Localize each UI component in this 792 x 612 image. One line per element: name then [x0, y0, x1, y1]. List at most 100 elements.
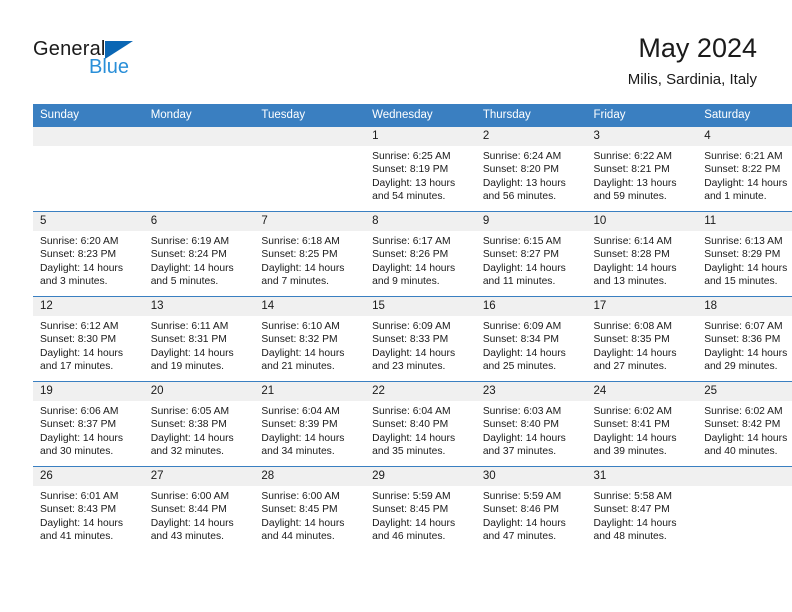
calendar-day-cell[interactable]: 7 Sunrise: 6:18 AM Sunset: 8:25 PM Daylight… — [254, 211, 366, 297]
daylight-line-1: Daylight: 14 hours — [593, 517, 677, 529]
sunset-time: Sunset: 8:33 PM — [372, 334, 449, 346]
calendar-day-cell[interactable]: 31 Sunrise: 5:58 AM Sunset: 8:47 PM Dayligh… — [586, 466, 698, 551]
day-number — [697, 467, 792, 486]
sunrise-time: Sunrise: 6:09 AM — [372, 321, 451, 332]
calendar-week-row: 12 Sunrise: 6:12 AM Sunset: 8:30 PM Dayligh… — [33, 296, 792, 382]
calendar-day-cell[interactable]: 29 Sunrise: 5:59 AM Sunset: 8:45 PM Dayligh… — [365, 466, 476, 551]
calendar-day-cell[interactable]: 1 Sunrise: 6:25 AM Sunset: 8:19 PM Daylight… — [365, 126, 476, 212]
calendar-day-cell[interactable]: 11 Sunrise: 6:13 AM Sunset: 8:29 PM Dayligh… — [697, 211, 792, 297]
calendar-day-cell[interactable]: 13 Sunrise: 6:11 AM Sunset: 8:31 PM Dayligh… — [143, 296, 255, 382]
sunset-time: Sunset: 8:43 PM — [40, 504, 117, 516]
calendar-day-cell[interactable]: 3 Sunrise: 6:22 AM Sunset: 8:21 PM Daylight… — [586, 126, 698, 212]
general-blue-logo: General Blue — [33, 38, 233, 88]
sunrise-time: Sunrise: 6:09 AM — [482, 321, 562, 332]
daylight-line-1: Daylight: 14 hours — [372, 262, 456, 274]
calendar-day-cell[interactable]: 28 Sunrise: 6:00 AM Sunset: 8:45 PM Dayligh… — [254, 466, 366, 551]
calendar-day-cell[interactable]: 25 Sunrise: 6:02 AM Sunset: 8:42 PM Dayligh… — [697, 381, 792, 467]
daylight-line-1: Daylight: 14 hours — [482, 262, 566, 274]
calendar-day-cell[interactable]: 26 Sunrise: 6:01 AM Sunset: 8:43 PM Dayligh… — [33, 466, 144, 551]
daylight-line-2: and 47 minutes. — [482, 530, 557, 542]
sunrise-time: Sunrise: 6:00 AM — [261, 491, 340, 502]
calendar-day-cell[interactable]: 6 Sunrise: 6:19 AM Sunset: 8:24 PM Daylight… — [143, 211, 255, 297]
daylight-line-1: Daylight: 14 hours — [704, 432, 788, 444]
calendar-day-cell[interactable]: 5 Sunrise: 6:20 AM Sunset: 8:23 PM Daylight… — [33, 211, 144, 297]
day-number: 9 — [475, 212, 587, 231]
daylight-line-1: Daylight: 14 hours — [482, 432, 566, 444]
day-details: Sunrise: 5:59 AM Sunset: 8:45 PM Daylight:… — [365, 486, 476, 543]
logo-text-blue: Blue — [89, 56, 130, 78]
calendar-day-cell[interactable]: 23 Sunrise: 6:03 AM Sunset: 8:40 PM Dayligh… — [475, 381, 587, 467]
daylight-line-1: Daylight: 14 hours — [372, 517, 456, 529]
day-details: Sunrise: 6:06 AM Sunset: 8:37 PM Daylight:… — [33, 401, 144, 458]
daylight-line-2: and 11 minutes. — [482, 275, 556, 287]
day-details: Sunrise: 6:07 AM Sunset: 8:36 PM Daylight:… — [697, 316, 792, 373]
calendar-day-cell[interactable]: 24 Sunrise: 6:02 AM Sunset: 8:41 PM Dayligh… — [586, 381, 698, 467]
daylight-line-2: and 5 minutes. — [150, 275, 219, 287]
day-details: Sunrise: 6:24 AM Sunset: 8:20 PM Daylight:… — [476, 146, 587, 203]
daylight-line-1: Daylight: 14 hours — [704, 347, 788, 359]
daylight-line-2: and 59 minutes. — [593, 190, 667, 202]
calendar-day-cell[interactable]: 20 Sunrise: 6:05 AM Sunset: 8:38 PM Dayligh… — [143, 381, 255, 467]
sunrise-time: Sunrise: 6:14 AM — [593, 236, 672, 247]
day-details: Sunrise: 6:04 AM Sunset: 8:39 PM Daylight:… — [254, 401, 365, 458]
sunset-time: Sunset: 8:35 PM — [593, 334, 670, 346]
calendar-day-cell[interactable]: 30 Sunrise: 5:59 AM Sunset: 8:46 PM Dayligh… — [475, 466, 587, 551]
sunset-time: Sunset: 8:24 PM — [150, 249, 227, 261]
calendar-day-cell[interactable]: 4 Sunrise: 6:21 AM Sunset: 8:22 PM Daylight… — [697, 126, 792, 212]
sunset-time: Sunset: 8:27 PM — [482, 249, 559, 261]
sunset-time: Sunset: 8:37 PM — [40, 419, 117, 431]
sunrise-time: Sunrise: 6:02 AM — [593, 406, 672, 417]
calendar-header-row: Sunday Monday Tuesday Wednesday Thursday Frid… — [33, 104, 792, 127]
day-number: 22 — [365, 382, 476, 401]
day-details: Sunrise: 5:59 AM Sunset: 8:46 PM Daylight:… — [476, 486, 587, 543]
daylight-line-2: and 48 minutes. — [593, 530, 667, 542]
sunrise-time: Sunrise: 6:18 AM — [261, 236, 340, 247]
sunrise-time: Sunrise: 6:20 AM — [40, 236, 119, 247]
calendar-day-cell[interactable]: 15 Sunrise: 6:09 AM Sunset: 8:33 PM Dayligh… — [365, 296, 476, 382]
daylight-line-1: Daylight: 14 hours — [593, 347, 677, 359]
sunrise-time: Sunrise: 6:13 AM — [704, 236, 783, 247]
sunset-time: Sunset: 8:25 PM — [261, 249, 338, 261]
calendar-day-cell[interactable]: 18 Sunrise: 6:07 AM Sunset: 8:36 PM Dayligh… — [697, 296, 792, 382]
daylight-line-2: and 13 minutes. — [593, 275, 667, 287]
day-number: 31 — [586, 467, 698, 486]
daylight-line-2: and 39 minutes. — [593, 445, 667, 457]
day-number: 13 — [143, 297, 255, 316]
day-number — [33, 127, 144, 146]
calendar-day-cell[interactable]: 21 Sunrise: 6:04 AM Sunset: 8:39 PM Dayligh… — [254, 381, 366, 467]
daylight-line-1: Daylight: 14 hours — [40, 347, 123, 359]
daylight-line-1: Daylight: 14 hours — [372, 347, 456, 359]
sunset-time: Sunset: 8:38 PM — [150, 419, 227, 431]
calendar-day-cell[interactable]: 12 Sunrise: 6:12 AM Sunset: 8:30 PM Dayligh… — [33, 296, 144, 382]
calendar-day-cell[interactable]: 14 Sunrise: 6:10 AM Sunset: 8:32 PM Dayligh… — [254, 296, 366, 382]
calendar-day-cell[interactable]: 2 Sunrise: 6:24 AM Sunset: 8:20 PM Daylight… — [475, 126, 587, 212]
calendar-day-cell[interactable]: 22 Sunrise: 6:04 AM Sunset: 8:40 PM Dayligh… — [365, 381, 476, 467]
sunrise-time: Sunrise: 6:02 AM — [704, 406, 783, 417]
calendar-body: 1 Sunrise: 6:25 AM Sunset: 8:19 PM Daylight… — [33, 126, 792, 551]
weekday-header-sunday: Sunday — [33, 104, 144, 127]
calendar-day-cell[interactable]: 17 Sunrise: 6:08 AM Sunset: 8:35 PM Dayligh… — [586, 296, 698, 382]
day-number: 25 — [697, 382, 792, 401]
calendar-day-cell[interactable]: 9 Sunrise: 6:15 AM Sunset: 8:27 PM Daylight… — [475, 211, 587, 297]
sunrise-time: Sunrise: 6:12 AM — [40, 321, 119, 332]
calendar-grid: Sunday Monday Tuesday Wednesday Thursday Frid… — [33, 104, 792, 551]
calendar-week-row: 1 Sunrise: 6:25 AM Sunset: 8:19 PM Daylight… — [33, 126, 792, 212]
sunrise-time: Sunrise: 6:10 AM — [261, 321, 340, 332]
weekday-header-row: Sunday Monday Tuesday Wednesday Thursday Frid… — [33, 104, 792, 127]
daylight-line-1: Daylight: 14 hours — [261, 347, 345, 359]
daylight-line-1: Daylight: 14 hours — [40, 517, 123, 529]
daylight-line-1: Daylight: 14 hours — [372, 432, 456, 444]
calendar-day-cell[interactable]: 10 Sunrise: 6:14 AM Sunset: 8:28 PM Dayligh… — [586, 211, 698, 297]
daylight-line-2: and 41 minutes. — [40, 530, 114, 542]
daylight-line-1: Daylight: 14 hours — [482, 517, 566, 529]
day-number — [143, 127, 255, 146]
calendar-day-cell[interactable]: 16 Sunrise: 6:09 AM Sunset: 8:34 PM Dayligh… — [475, 296, 587, 382]
day-details: Sunrise: 6:19 AM Sunset: 8:24 PM Daylight:… — [144, 231, 255, 288]
day-number: 18 — [697, 297, 792, 316]
daylight-line-2: and 19 minutes. — [150, 360, 224, 372]
calendar-day-cell[interactable]: 8 Sunrise: 6:17 AM Sunset: 8:26 PM Daylight… — [365, 211, 476, 297]
calendar-day-cell[interactable]: 27 Sunrise: 6:00 AM Sunset: 8:44 PM Dayligh… — [143, 466, 255, 551]
day-details: Sunrise: 6:09 AM Sunset: 8:34 PM Daylight:… — [476, 316, 587, 373]
calendar-day-cell[interactable]: 19 Sunrise: 6:06 AM Sunset: 8:37 PM Dayligh… — [33, 381, 144, 467]
sunrise-time: Sunrise: 6:21 AM — [704, 151, 783, 162]
